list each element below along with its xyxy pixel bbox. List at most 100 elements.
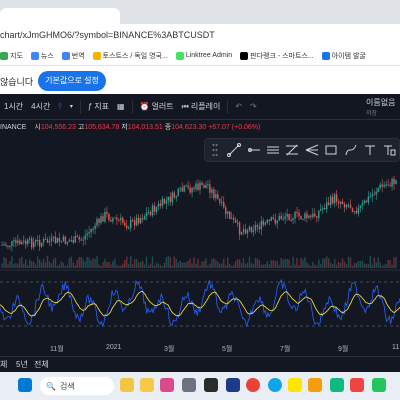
volume-bar [151,256,154,268]
timeframe-1h[interactable]: 1시간 [4,101,23,112]
range-button[interactable]: 체 [0,359,7,370]
text-icon[interactable] [361,140,378,160]
text-note-icon[interactable] [381,140,398,160]
volume-bar [328,258,330,268]
candle-body [326,202,328,210]
set-default-button[interactable]: 기본값으로 설정 [38,71,106,91]
app-icon[interactable] [308,378,322,392]
bookmark-item[interactable]: 아이템 발굴 [321,51,366,61]
replay-button[interactable]: ⏮ 리플레이 [182,101,221,112]
rsi-line [0,278,400,328]
indicators-button[interactable]: ƒ 지표 [88,101,109,112]
candle-body [211,189,213,193]
bookmark-translate[interactable]: 번역 [61,51,85,61]
gallery-icon[interactable] [160,378,174,392]
candle-body [78,237,80,240]
bookmark-pandarank[interactable]: 판다랭크 - 스마트스... [240,51,314,61]
rectangle-icon[interactable] [322,140,339,160]
time-axis[interactable]: 11월 2021 3월 5월 7월 9월 11 [0,342,400,356]
settings-icon[interactable] [182,378,196,392]
volume-bar [31,261,33,268]
pitchfork-icon[interactable] [303,140,320,160]
candle-body [167,196,170,201]
candle-body [304,213,306,219]
kakaotalk-icon[interactable] [288,378,302,392]
volume-bar [391,264,393,268]
candle-body [1,244,3,246]
candle-body [282,218,284,220]
volume-bar [262,264,265,268]
candle-body [248,226,251,231]
chart-toolbar: 1시간 4시간 ⫯ ▾ ƒ 지표 ▦ ⏰ 얼러트 ⏮ 리플레이 ↶ ↷ 이름없음… [0,94,400,120]
timeframe-4h[interactable]: 4시간 [31,101,50,112]
volume-bar [256,258,259,268]
chevron-down-icon[interactable]: ▾ [70,103,73,110]
volume-bar [116,264,118,268]
low-value: 104,013.51 [127,124,163,131]
range-button[interactable]: 전체 [34,359,49,370]
app-icon[interactable] [330,378,344,392]
candle-body [80,239,82,241]
candle-body [353,210,356,212]
candle-body [76,236,78,238]
redo-icon[interactable]: ↷ [250,102,257,111]
parallel-channel-icon[interactable] [264,140,281,160]
candle-body [238,222,241,235]
candle-body [329,196,332,205]
layout-name-button[interactable]: 이름없음 저장 [366,94,400,120]
candle-body [381,184,383,187]
volume-bar [205,258,207,268]
app-icon[interactable] [372,378,386,392]
volume-bar [326,256,328,268]
candle-body [3,244,5,246]
brush-icon[interactable] [342,140,359,160]
app-icon[interactable] [226,378,240,392]
volume-bar [369,256,371,268]
volume-bar [126,256,128,268]
file-explorer-icon[interactable] [140,378,154,392]
bookmark-maps[interactable]: 지도 [0,51,23,61]
range-button[interactable]: 5년 [16,359,28,370]
candle-body [250,226,253,232]
candle-body [124,222,126,226]
app-icon[interactable] [204,378,218,392]
volume-bar [292,256,294,268]
templates-icon[interactable]: ▦ [117,102,125,111]
undo-icon[interactable]: ↶ [235,102,242,111]
address-bar[interactable]: chart/xJmGHMO6/?symbol=BINANCE%3ABTCUSDT [0,24,400,46]
divider [79,99,81,114]
candle-body [98,218,100,223]
volume-bar [302,259,304,268]
volume-bar [165,257,168,268]
bookmark-linktree[interactable]: Linktree Admin [175,51,232,60]
volume-bar [38,259,41,268]
news-icon [30,51,39,60]
volume-bar [377,257,379,268]
horizontal-ray-icon[interactable] [245,140,262,160]
active-tab[interactable] [0,8,120,24]
candle-body [203,185,205,189]
edge-icon[interactable] [268,378,282,392]
windows-start-icon[interactable] [18,378,32,392]
drag-handle[interactable] [206,140,223,160]
fib-retracement-icon[interactable] [284,140,301,160]
volume-bar [211,259,213,268]
candle-body [120,217,122,220]
app-icon[interactable] [350,378,364,392]
bookmark-news[interactable]: 뉴스 [30,51,54,61]
bookmark-toast[interactable]: 토스트스 / 독일 영국... [92,51,168,61]
alert-button[interactable]: ⏰ 얼러트 [140,101,174,112]
candle-body [199,182,201,190]
volume-bar [312,261,314,268]
range-bar: 체 5년 전체 [0,356,400,372]
weather-icon[interactable] [120,378,134,392]
taskbar-search[interactable]: 🔍 검색 [40,377,114,395]
candle-body [90,228,92,233]
trend-line-icon[interactable] [225,140,242,160]
candle-body [175,195,177,198]
chrome-icon[interactable] [246,378,260,392]
candle-body [292,218,294,221]
candle-body [15,240,17,244]
candle-type-icon[interactable]: ⫯ [58,102,61,112]
candle-body [36,240,39,242]
